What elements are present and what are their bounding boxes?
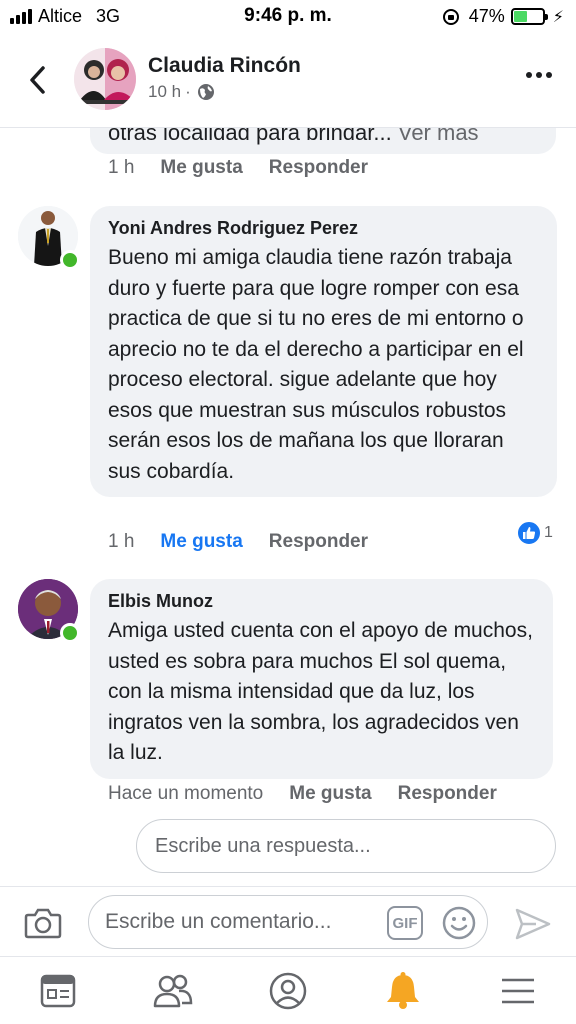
gif-button[interactable]: GIF [387, 906, 423, 940]
comment-text: Bueno mi amiga claudia tiene razón traba… [108, 246, 524, 483]
comment-actions: Hace un momento Me gusta Responder [108, 783, 523, 805]
battery-icon [510, 8, 548, 25]
tab-news-feed[interactable] [28, 961, 88, 1021]
news-feed-icon [40, 974, 75, 1007]
author-avatar[interactable] [74, 48, 136, 110]
camera-icon [24, 908, 62, 939]
comment-bubble[interactable]: Elbis Munoz Amiga usted cuenta con el ap… [90, 579, 553, 779]
menu-icon [502, 978, 535, 1003]
comment-bubble[interactable]: Yoni Andres Rodriguez Perez Bueno mi ami… [90, 206, 557, 497]
thumbs-up-icon [516, 520, 542, 546]
post-meta: 10 h · [148, 82, 215, 102]
emoji-icon [442, 906, 476, 940]
reply-input[interactable]: Escribe una respuesta... [136, 819, 556, 873]
send-icon [515, 908, 551, 940]
comment-text-partial: otras localidad para brindar... Ver más [108, 128, 479, 146]
see-more-link[interactable]: Ver más [398, 128, 479, 145]
post-header: Claudia Rincón 10 h · [0, 34, 576, 128]
online-status-icon [60, 250, 80, 270]
reaction-summary[interactable]: 1 [516, 520, 553, 546]
online-status-icon [60, 623, 80, 643]
comments-list: otras localidad para brindar... Ver más … [0, 128, 576, 888]
reply-button[interactable]: Responder [398, 783, 497, 805]
battery-percent: 47% [468, 6, 505, 26]
battery-fill [513, 11, 527, 22]
comment-composer: Escribe un comentario... GIF [0, 886, 576, 956]
like-button[interactable]: Me gusta [160, 157, 242, 179]
status-bar: Altice 3G 9:46 p. m. 47% ⚡ [0, 0, 576, 34]
tab-friends[interactable] [143, 961, 203, 1021]
comment-text: Amiga usted cuenta con el apoyo de mucho… [108, 619, 533, 764]
friends-icon [153, 974, 193, 1007]
comment-time[interactable]: Hace un momento [108, 783, 263, 805]
back-arrow-icon [30, 66, 45, 94]
globe-icon [197, 84, 214, 100]
more-options-button[interactable] [526, 72, 552, 78]
reply-button[interactable]: Responder [269, 157, 368, 179]
reaction-count: 1 [544, 524, 553, 541]
author-name[interactable]: Claudia Rincón [148, 54, 301, 78]
charging-icon: ⚡ [552, 8, 564, 26]
profile-icon [269, 972, 307, 1009]
rotation-lock-icon [442, 8, 459, 25]
back-button[interactable] [22, 60, 52, 100]
comment-actions-partial: 1 h Me gusta Responder [108, 157, 394, 179]
comment-author[interactable]: Elbis Munoz [108, 591, 535, 612]
partial-comment-text: otras localidad para brindar... [108, 128, 392, 145]
meta-separator: · [185, 82, 191, 101]
more-icon [526, 72, 532, 78]
comment-actions: 1 h Me gusta Responder [108, 531, 394, 553]
comment-author[interactable]: Yoni Andres Rodriguez Perez [108, 218, 539, 239]
tab-profile[interactable] [258, 961, 318, 1021]
notifications-icon [387, 971, 420, 1009]
camera-button[interactable] [24, 907, 62, 944]
bottom-tab-bar [0, 956, 576, 1024]
like-button[interactable]: Me gusta [160, 531, 242, 553]
status-right: 47% ⚡ [442, 6, 564, 27]
comment-time[interactable]: 1 h [108, 531, 134, 553]
emoji-button[interactable] [441, 905, 477, 946]
avatar-image [74, 48, 136, 110]
comment-placeholder: Escribe un comentario... [105, 910, 332, 933]
post-time[interactable]: 10 h [148, 82, 181, 102]
tab-menu[interactable] [488, 961, 548, 1021]
like-button[interactable]: Me gusta [289, 783, 371, 805]
reply-button[interactable]: Responder [269, 531, 368, 553]
tab-notifications[interactable] [373, 961, 433, 1021]
comment-input[interactable]: Escribe un comentario... GIF [88, 895, 488, 949]
send-button[interactable] [514, 907, 552, 946]
comment-time[interactable]: 1 h [108, 157, 134, 179]
